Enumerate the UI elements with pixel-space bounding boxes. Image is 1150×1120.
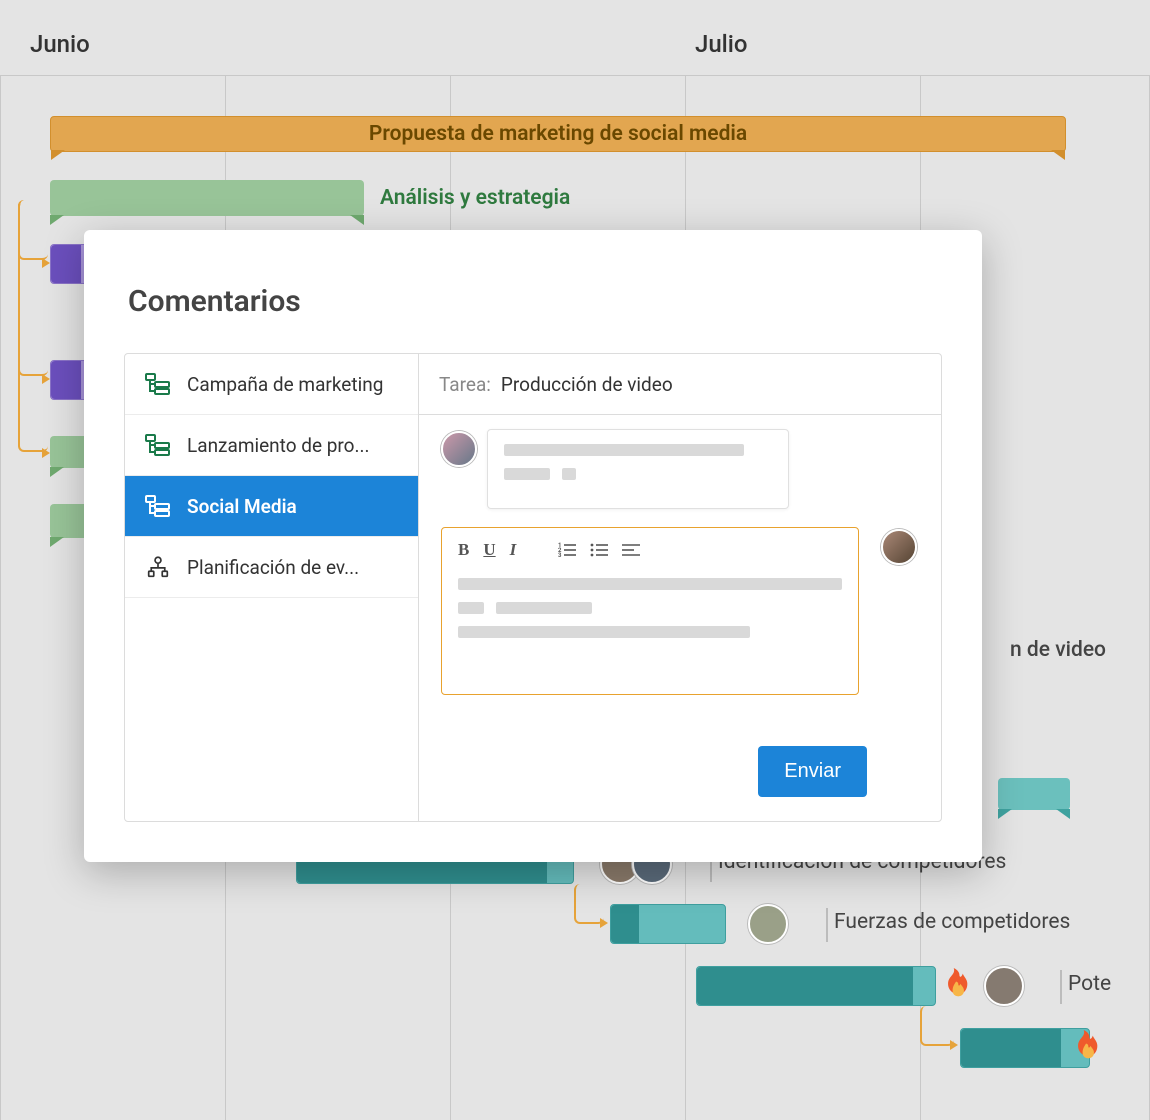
comment-thread: Tarea: Producción de video B U I bbox=[419, 354, 941, 821]
bullet-list-button[interactable] bbox=[590, 542, 608, 558]
task-value: Producción de video bbox=[501, 373, 673, 396]
gantt-bar-analysis[interactable] bbox=[50, 180, 364, 216]
project-item-label: Planificación de ev... bbox=[187, 556, 359, 579]
project-item-social-media[interactable]: Social Media bbox=[125, 476, 418, 537]
gantt-label-video-partial: n de video bbox=[1010, 638, 1106, 662]
comments-panel: Campaña de marketing Lanzamiento de pro.… bbox=[124, 353, 942, 822]
month-header: Junio Julio bbox=[0, 0, 1150, 76]
ordered-list-button[interactable]: 123 bbox=[558, 542, 576, 558]
project-item-launch[interactable]: Lanzamiento de pro... bbox=[125, 415, 418, 476]
comment-bubble bbox=[487, 429, 789, 509]
modal-title: Comentarios bbox=[128, 284, 942, 319]
align-button[interactable] bbox=[622, 542, 640, 558]
gantt-bar-pote[interactable] bbox=[696, 966, 936, 1006]
bold-button[interactable]: B bbox=[458, 540, 469, 560]
avatar bbox=[441, 431, 477, 467]
svg-text:3: 3 bbox=[558, 552, 562, 558]
project-item-label: Campaña de marketing bbox=[187, 373, 383, 396]
month-july: Julio bbox=[695, 30, 748, 58]
task-key: Tarea: bbox=[439, 373, 491, 396]
gantt-label-row7: Fuerzas de competidores bbox=[834, 910, 1070, 934]
avatar bbox=[984, 966, 1024, 1006]
org-icon bbox=[145, 556, 171, 578]
gantt-label-analysis: Análisis y estrategia bbox=[380, 186, 570, 210]
gantt-bar-teal-parent[interactable] bbox=[998, 778, 1070, 810]
comment-editor[interactable]: B U I 123 bbox=[441, 527, 859, 695]
task-header: Tarea: Producción de video bbox=[419, 354, 941, 415]
flame-icon bbox=[1072, 1030, 1100, 1064]
italic-button[interactable]: I bbox=[510, 540, 517, 560]
hierarchy-icon bbox=[145, 495, 171, 517]
project-list: Campaña de marketing Lanzamiento de pro.… bbox=[125, 354, 419, 821]
avatar bbox=[881, 529, 917, 565]
avatar bbox=[748, 904, 788, 944]
gantt-bar-parent[interactable]: Propuesta de marketing de social media bbox=[50, 116, 1066, 152]
project-item-planning[interactable]: Planificación de ev... bbox=[125, 537, 418, 598]
project-item-label: Lanzamiento de pro... bbox=[187, 434, 370, 457]
underline-button[interactable]: U bbox=[483, 540, 495, 560]
hierarchy-icon bbox=[145, 434, 171, 456]
flame-icon bbox=[942, 968, 970, 1002]
gantt-bar-label: Propuesta de marketing de social media bbox=[369, 122, 747, 146]
gantt-bar-competitors-forces[interactable] bbox=[610, 904, 726, 944]
project-item-label: Social Media bbox=[187, 495, 297, 518]
editor-toolbar: B U I 123 bbox=[458, 540, 842, 560]
comments-modal: Comentarios Campaña de marketing Lanzami… bbox=[84, 230, 982, 862]
gantt-bar-last[interactable] bbox=[960, 1028, 1090, 1068]
gantt-label-row8: Pote bbox=[1068, 972, 1111, 996]
project-item-marketing[interactable]: Campaña de marketing bbox=[125, 354, 418, 415]
month-june: Junio bbox=[30, 30, 90, 58]
hierarchy-icon bbox=[145, 373, 171, 395]
send-button[interactable]: Enviar bbox=[758, 746, 867, 797]
